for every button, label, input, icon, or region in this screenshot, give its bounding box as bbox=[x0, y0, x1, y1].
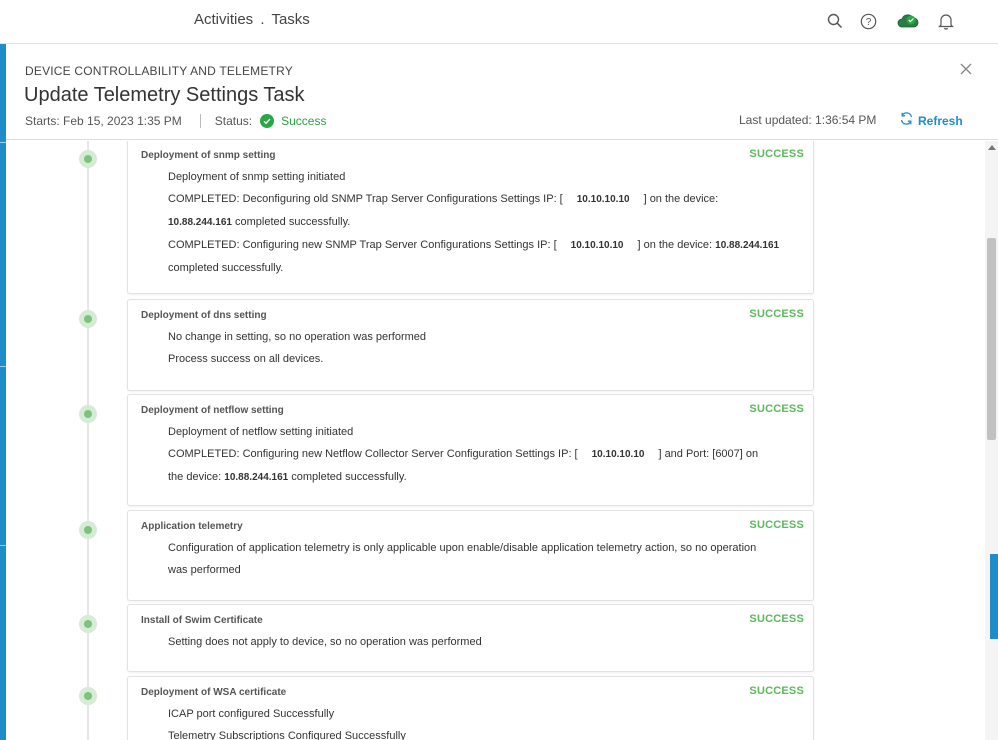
help-icon[interactable]: ? bbox=[858, 11, 878, 31]
step-details: Deployment of netflow setting initiated … bbox=[168, 421, 808, 489]
status-label: Status: bbox=[214, 114, 253, 128]
step-detail-line: Deployment of snmp setting initiated bbox=[168, 171, 346, 183]
device-address: 10.88.244.161 bbox=[168, 217, 232, 228]
step-card: Install of Swim Certificate SUCCESS Sett… bbox=[127, 604, 814, 672]
step-detail-line: 10.88.244.161 completed successfully. bbox=[168, 211, 808, 234]
step-title: Install of Swim Certificate bbox=[141, 615, 263, 626]
close-icon[interactable] bbox=[959, 62, 975, 78]
timeline-dot bbox=[79, 615, 97, 633]
step-detail-line: COMPLETED: Deconfiguring old SNMP Trap S… bbox=[168, 188, 808, 211]
step-details: Setting does not apply to device, so no … bbox=[168, 631, 808, 653]
breadcrumb-activities[interactable]: Activities bbox=[194, 11, 253, 28]
step-details: Deployment of snmp setting initiated COM… bbox=[168, 166, 808, 279]
breadcrumb-separator: . bbox=[260, 11, 265, 28]
ip-address: 10.10.10.10 bbox=[591, 449, 645, 460]
step-status: SUCCESS bbox=[749, 613, 804, 625]
task-start-time: Starts: Feb 15, 2023 1:35 PM bbox=[25, 114, 182, 128]
step-status: SUCCESS bbox=[749, 308, 804, 320]
step-detail-line: Telemetry Subscriptions Configured Succe… bbox=[168, 730, 406, 740]
panel-header: DEVICE CONTROLLABILITY AND TELEMETRY Upd… bbox=[6, 45, 998, 140]
step-card: Deployment of snmp setting SUCCESS Deplo… bbox=[127, 141, 814, 294]
last-updated: Last updated: 1:36:54 PM bbox=[739, 113, 877, 127]
step-title: Deployment of WSA certificate bbox=[141, 687, 287, 698]
step-detail-line: No change in setting, so no operation wa… bbox=[168, 331, 427, 343]
step-status: SUCCESS bbox=[749, 685, 804, 697]
bell-icon[interactable] bbox=[936, 11, 956, 31]
ip-address: 10.10.10.10 bbox=[570, 240, 624, 251]
page-title: Update Telemetry Settings Task bbox=[24, 84, 305, 106]
device-address: 10.88.244.161 bbox=[715, 240, 780, 251]
step-detail-line: COMPLETED: Configuring new SNMP Trap Ser… bbox=[168, 234, 808, 257]
step-detail-line: completed successfully. bbox=[168, 262, 284, 274]
top-bar: Activities . Tasks ? bbox=[0, 0, 998, 44]
step-details: Configuration of application telemetry i… bbox=[168, 537, 808, 581]
task-steps-list[interactable]: Deployment of snmp setting SUCCESS Deplo… bbox=[6, 141, 998, 740]
refresh-label: Refresh bbox=[918, 114, 963, 128]
timeline-dot bbox=[79, 150, 97, 168]
step-title: Deployment of netflow setting bbox=[141, 405, 284, 416]
task-detail-panel: DEVICE CONTROLLABILITY AND TELEMETRY Upd… bbox=[6, 45, 998, 740]
timeline-dot bbox=[79, 310, 97, 328]
step-card: Application telemetry SUCCESS Configurat… bbox=[127, 510, 814, 601]
step-detail-line: was performed bbox=[168, 564, 241, 576]
step-card: Deployment of dns setting SUCCESS No cha… bbox=[127, 299, 814, 391]
panel-kicker: DEVICE CONTROLLABILITY AND TELEMETRY bbox=[25, 64, 293, 78]
step-card: Deployment of netflow setting SUCCESS De… bbox=[127, 394, 814, 506]
timeline-dot bbox=[79, 521, 97, 539]
timeline-dot bbox=[79, 405, 97, 423]
ip-address: 10.10.10.10 bbox=[576, 194, 630, 205]
device-address: 10.88.244.161 bbox=[224, 472, 289, 483]
step-detail-line: Deployment of netflow setting initiated bbox=[168, 426, 354, 438]
step-detail-line: Configuration of application telemetry i… bbox=[168, 542, 757, 554]
step-card: Deployment of WSA certificate SUCCESS IC… bbox=[127, 676, 814, 740]
step-details: No change in setting, so no operation wa… bbox=[168, 326, 808, 370]
search-icon[interactable] bbox=[825, 11, 845, 31]
step-title: Deployment of snmp setting bbox=[141, 150, 276, 161]
svg-text:?: ? bbox=[865, 17, 871, 28]
step-detail-line: Process success on all devices. bbox=[168, 353, 324, 365]
timeline-line bbox=[87, 141, 89, 740]
task-meta: Starts: Feb 15, 2023 1:35 PM Status: Suc… bbox=[25, 113, 326, 129]
step-detail-line: the device: 10.88.244.161 completed succ… bbox=[168, 466, 808, 489]
step-status: SUCCESS bbox=[749, 519, 804, 531]
step-detail-line: ICAP port configured Successfully bbox=[168, 708, 335, 720]
step-details: ICAP port configured Successfully Teleme… bbox=[168, 703, 808, 740]
step-detail-line: COMPLETED: Configuring new Netflow Colle… bbox=[168, 443, 808, 466]
status-badge: Success bbox=[281, 114, 327, 128]
vertical-scrollbar[interactable] bbox=[985, 141, 998, 740]
step-title: Deployment of dns setting bbox=[141, 310, 267, 321]
meta-divider bbox=[199, 114, 201, 128]
side-drawer-tab[interactable] bbox=[990, 554, 998, 639]
scrollbar-thumb[interactable] bbox=[987, 238, 996, 440]
breadcrumb: Activities . Tasks bbox=[194, 11, 310, 28]
refresh-icon bbox=[899, 111, 914, 131]
step-status: SUCCESS bbox=[749, 148, 804, 160]
step-title: Application telemetry bbox=[141, 521, 243, 532]
breadcrumb-tasks[interactable]: Tasks bbox=[271, 11, 309, 28]
check-circle-icon bbox=[260, 114, 275, 128]
refresh-button[interactable]: Refresh bbox=[899, 111, 963, 131]
scroll-up-arrow-icon[interactable] bbox=[988, 145, 996, 150]
step-detail-line: Setting does not apply to device, so no … bbox=[168, 636, 482, 648]
step-status: SUCCESS bbox=[749, 403, 804, 415]
cloud-status-icon[interactable] bbox=[896, 11, 920, 31]
timeline-dot bbox=[79, 687, 97, 705]
